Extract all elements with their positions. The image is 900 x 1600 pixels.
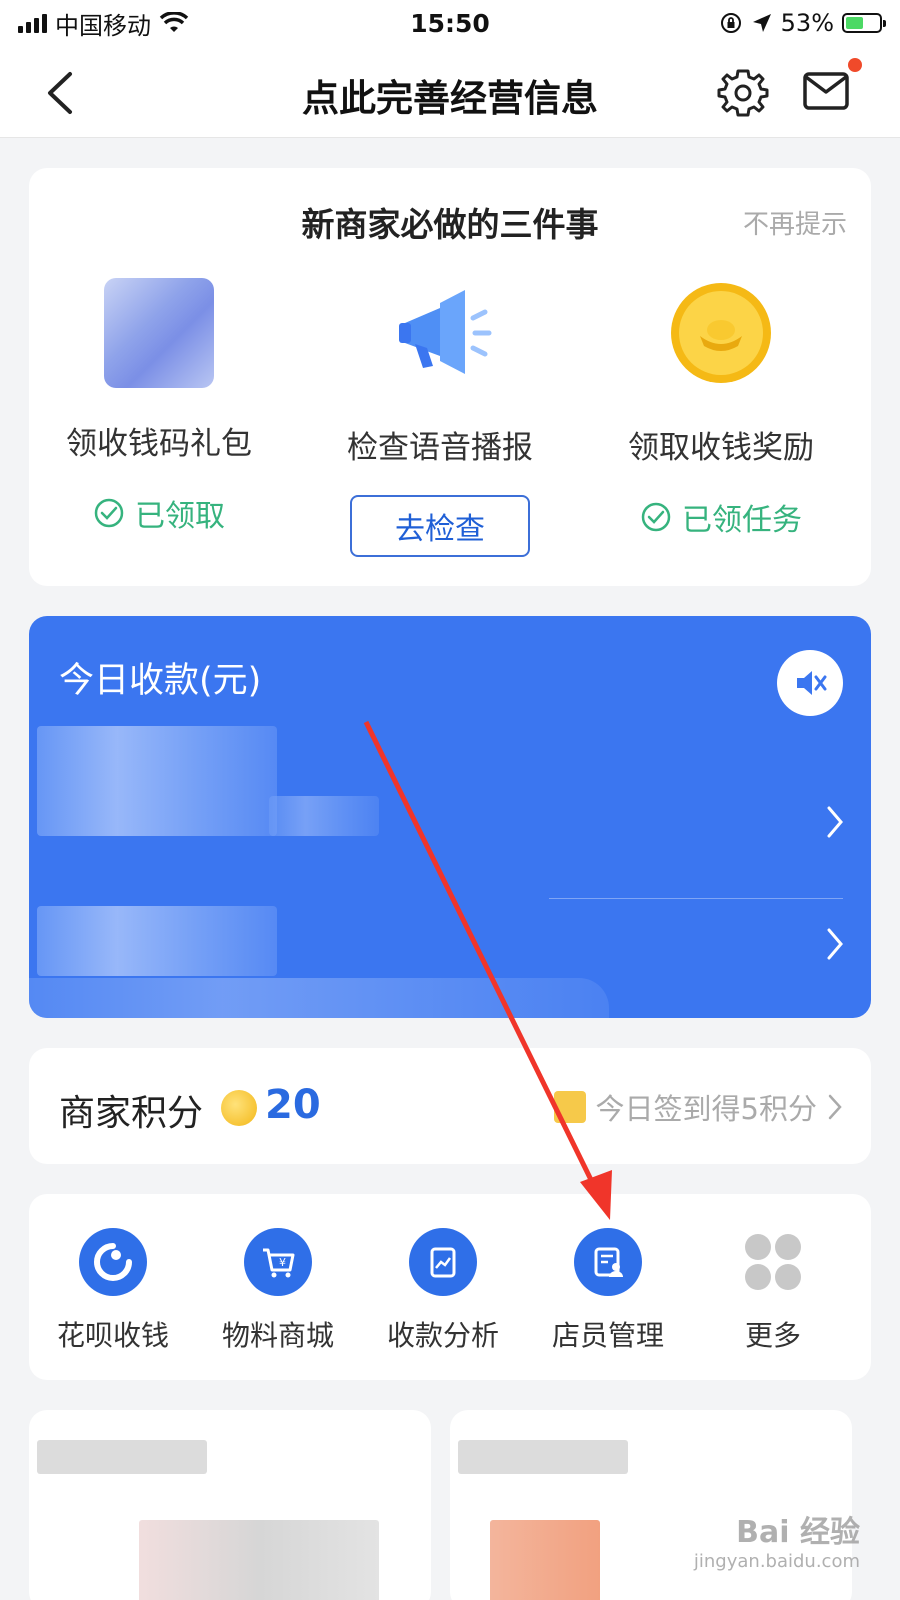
income-amount-mosaic xyxy=(37,726,277,836)
task-item-qrcode[interactable]: 领收钱码礼包 已领取 xyxy=(19,278,299,535)
coin-icon xyxy=(221,1090,257,1126)
income-amount-mosaic xyxy=(269,796,379,836)
task-label: 领收钱码礼包 xyxy=(66,426,252,462)
checkin-text: 今日签到得5积分 xyxy=(595,1092,817,1126)
staff-icon xyxy=(574,1228,642,1296)
promo-card-left[interactable] xyxy=(29,1410,431,1600)
carrier-name: 中国移动 xyxy=(55,11,151,40)
task-item-voice[interactable]: 检查语音播报 去检查 xyxy=(300,278,580,557)
wifi-icon xyxy=(159,12,189,32)
status-time: 15:50 xyxy=(410,8,490,38)
go-check-button[interactable]: 去检查 xyxy=(350,495,530,557)
shortcut-label: 花呗收钱 xyxy=(56,1319,169,1352)
mosaic-block xyxy=(37,1440,207,1474)
task-status-text: 已领任务 xyxy=(682,503,802,538)
mute-button[interactable] xyxy=(777,650,843,716)
points-value: 20 xyxy=(265,1082,321,1128)
gold-coin-icon xyxy=(671,283,771,383)
task-label: 领取收钱奖励 xyxy=(628,430,814,466)
shortcut-huabei[interactable]: 花呗收钱 xyxy=(29,1228,197,1354)
shortcut-label: 店员管理 xyxy=(551,1319,664,1352)
status-bar: 中国移动 15:50 53% xyxy=(0,0,900,46)
today-income-card[interactable]: 今日收款(元) xyxy=(29,616,871,1018)
chevron-right-icon[interactable] xyxy=(825,804,845,840)
merchant-points-card[interactable]: 商家积分 20 今日签到得5积分 xyxy=(29,1048,871,1164)
calendar-icon xyxy=(553,1091,586,1123)
shortcut-label: 收款分析 xyxy=(386,1319,499,1352)
income-detail-mosaic xyxy=(37,906,277,976)
more-grid-icon xyxy=(739,1228,807,1296)
shortcut-material-mall[interactable]: ¥ 物料商城 xyxy=(194,1228,362,1354)
mosaic-block xyxy=(139,1520,379,1600)
income-title: 今日收款(元) xyxy=(59,661,262,701)
signal-icon xyxy=(18,13,47,33)
chevron-right-icon[interactable] xyxy=(825,926,845,962)
shortcut-label: 物料商城 xyxy=(221,1319,334,1352)
svg-text:¥: ¥ xyxy=(279,1256,286,1269)
watermark-main: Bai 经验 xyxy=(736,1515,860,1550)
chart-icon xyxy=(409,1228,477,1296)
status-right: 53% xyxy=(582,9,886,37)
mail-icon[interactable] xyxy=(802,68,852,114)
battery-icon xyxy=(842,13,886,33)
speaker-mute-icon xyxy=(797,671,827,695)
chevron-right-icon xyxy=(828,1094,842,1120)
mosaic-block xyxy=(458,1440,628,1474)
qrcode-gift-image xyxy=(104,278,214,388)
check-circle-icon xyxy=(94,498,124,528)
cart-icon: ¥ xyxy=(244,1228,312,1296)
shortcut-label: 更多 xyxy=(744,1319,801,1352)
task-status: 已领取 xyxy=(19,491,299,535)
task-status: 已领任务 xyxy=(581,495,861,539)
dismiss-link[interactable]: 不再提示 xyxy=(743,204,847,241)
shortcut-staff-management[interactable]: 店员管理 xyxy=(524,1228,692,1354)
shortcut-payment-analysis[interactable]: 收款分析 xyxy=(359,1228,527,1354)
points-label: 商家积分 xyxy=(59,1093,204,1134)
nav-bar: 点此完善经营信息 xyxy=(0,46,900,138)
shortcuts-card: 花呗收钱 ¥ 物料商城 收款分析 店员管理 更多 xyxy=(29,1194,871,1380)
check-circle-icon xyxy=(641,502,671,532)
huabei-icon xyxy=(79,1228,147,1296)
status-left: 中国移动 xyxy=(18,6,318,41)
unread-badge xyxy=(848,58,862,72)
megaphone-icon xyxy=(399,290,492,374)
divider xyxy=(549,898,843,899)
battery-percent: 53% xyxy=(780,9,834,37)
location-icon xyxy=(752,14,771,32)
new-merchant-tasks-card: 新商家必做的三件事 不再提示 领收钱码礼包 已领取 检查语音播报 去检查 领取收… xyxy=(29,168,871,586)
checkin-link[interactable]: 今日签到得5积分 xyxy=(553,1086,843,1128)
rotation-lock-icon xyxy=(720,13,741,33)
income-detail-mosaic xyxy=(29,978,609,1018)
task-label: 检查语音播报 xyxy=(347,430,533,466)
task-status-text: 已领取 xyxy=(135,499,225,534)
gear-icon[interactable] xyxy=(716,66,770,120)
shortcut-more[interactable]: 更多 xyxy=(689,1228,857,1354)
watermark-sub: jingyan.baidu.com xyxy=(693,1551,860,1572)
watermark: Bai 经验 jingyan.baidu.com xyxy=(694,1507,860,1572)
task-item-reward[interactable]: 领取收钱奖励 已领任务 xyxy=(581,278,861,539)
mosaic-block xyxy=(490,1520,600,1600)
